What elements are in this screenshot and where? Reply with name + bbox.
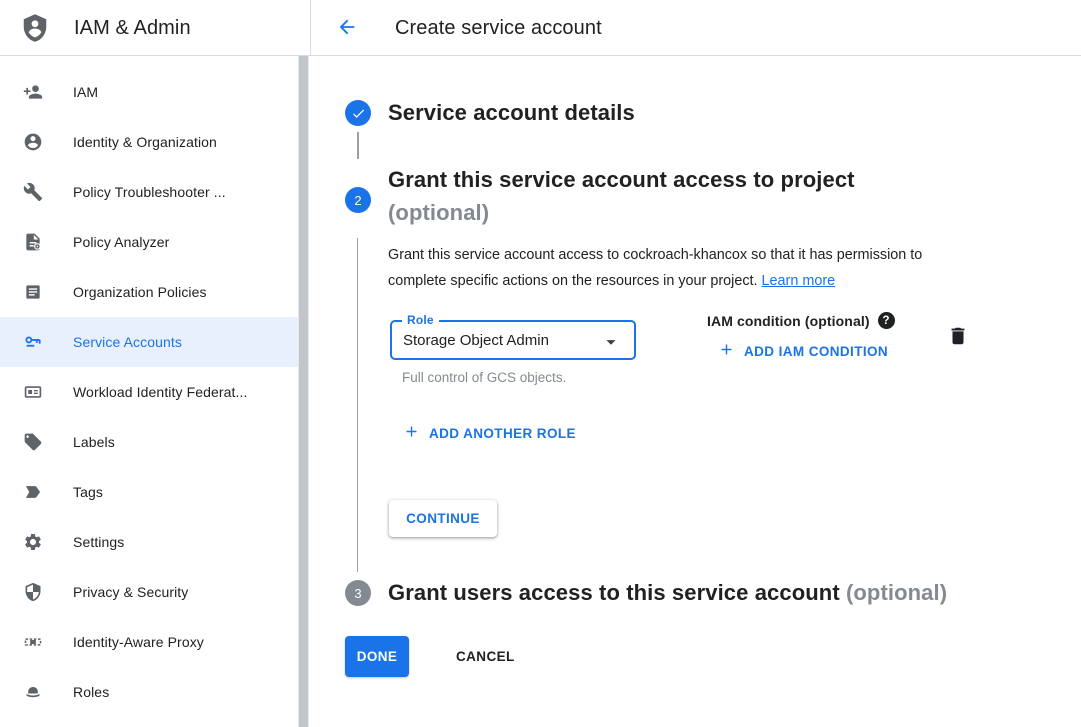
sidebar-item-labels[interactable]: Labels (0, 417, 298, 467)
sidebar-item-label: Organization Policies (73, 284, 207, 300)
sidebar-item-iam[interactable]: IAM (0, 67, 298, 117)
delete-role-button[interactable] (946, 325, 970, 349)
caret-down-icon (600, 331, 622, 358)
iam-admin-console: IAM & Admin IAM Identity & Organization … (0, 0, 1081, 727)
person-add-icon (23, 82, 43, 102)
gear-icon (23, 532, 43, 552)
trash-icon (947, 335, 969, 350)
help-icon[interactable]: ? (878, 312, 895, 329)
wrench-icon (23, 182, 43, 202)
cancel-button[interactable]: CANCEL (444, 636, 527, 677)
role-helper-text: Full control of GCS objects. (402, 370, 566, 385)
sidebar-item-label: Identity & Organization (73, 134, 217, 150)
sidebar-item-policy-analyzer[interactable]: Policy Analyzer (0, 217, 298, 267)
arrow-back-icon (336, 16, 358, 41)
account-circle-icon (23, 132, 43, 152)
sidebar-item-privacy-security[interactable]: Privacy & Security (0, 567, 298, 617)
badge-card-icon (23, 382, 43, 402)
step1-check-circle-icon (345, 100, 371, 126)
role-dropdown[interactable]: Role Storage Object Admin (390, 320, 636, 360)
sidebar-item-label: Workload Identity Federat... (73, 384, 248, 400)
iam-condition-label-row: IAM condition (optional) ? (707, 312, 895, 329)
sidebar-scrollbar[interactable] (298, 56, 309, 727)
sidebar-item-identity-aware-proxy[interactable]: Identity-Aware Proxy (0, 617, 298, 667)
topbar: Create service account (310, 0, 1081, 56)
sidebar-item-settings[interactable]: Settings (0, 517, 298, 567)
sidebar-item-label: IAM (73, 84, 98, 100)
plus-icon (403, 423, 420, 443)
step2-description-text: Grant this service account access to coc… (388, 247, 922, 289)
sidebar-item-roles[interactable]: Roles (0, 667, 298, 717)
sidebar-item-label: Policy Analyzer (73, 234, 169, 250)
role-field-label: Role (402, 313, 439, 327)
proxy-frame-icon (23, 632, 43, 652)
step-connector (357, 132, 359, 159)
sidebar-item-label: Tags (73, 484, 103, 500)
add-iam-condition-button[interactable]: ADD IAM CONDITION (718, 341, 888, 361)
sidebar-item-identity-organization[interactable]: Identity & Organization (0, 117, 298, 167)
sidebar: IAM & Admin IAM Identity & Organization … (0, 0, 298, 727)
service-account-key-icon (23, 332, 43, 352)
sidebar-item-label: Policy Troubleshooter ... (73, 184, 226, 200)
continue-button[interactable]: CONTINUE (389, 500, 497, 537)
iam-condition-label: IAM condition (optional) (707, 313, 870, 329)
add-another-role-label: ADD ANOTHER ROLE (429, 426, 576, 441)
app-title: IAM & Admin (74, 17, 191, 40)
add-another-role-button[interactable]: ADD ANOTHER ROLE (403, 423, 576, 443)
step2-number-circle: 2 (345, 187, 371, 213)
plus-icon (718, 341, 735, 361)
step2-description: Grant this service account access to coc… (388, 243, 980, 294)
step1-title: Service account details (388, 100, 635, 126)
step-connector (357, 238, 358, 572)
step3-number-circle: 3 (345, 580, 371, 606)
step2-title-text: Grant this service account access to pro… (388, 167, 855, 192)
back-button[interactable] (335, 16, 359, 40)
shield-half-icon (23, 582, 43, 602)
step3-title-text: Grant users access to this service accou… (388, 580, 840, 605)
sidebar-item-label: Identity-Aware Proxy (73, 634, 204, 650)
document-lines-icon (23, 282, 43, 302)
learn-more-link[interactable]: Learn more (762, 273, 836, 289)
label-tag-icon (23, 432, 43, 452)
sidebar-item-label: Labels (73, 434, 115, 450)
sidebar-item-tags[interactable]: Tags (0, 467, 298, 517)
hat-icon (23, 682, 43, 702)
sidebar-item-label: Settings (73, 534, 124, 550)
step2-optional-label: (optional) (388, 200, 855, 226)
step3-title: Grant users access to this service accou… (388, 580, 947, 606)
sidebar-item-organization-policies[interactable]: Organization Policies (0, 267, 298, 317)
sidebar-header: IAM & Admin (0, 0, 298, 56)
add-iam-condition-label: ADD IAM CONDITION (744, 344, 888, 359)
sidebar-item-service-accounts[interactable]: Service Accounts (0, 317, 298, 367)
step3-optional-label: (optional) (846, 580, 947, 605)
sidebar-scrollbar-thumb[interactable] (299, 56, 308, 727)
sidebar-nav: IAM Identity & Organization Policy Troub… (0, 56, 298, 717)
done-button[interactable]: DONE (345, 636, 409, 677)
header-vertical-divider (310, 0, 311, 55)
page-title: Create service account (395, 17, 602, 40)
sidebar-item-label: Privacy & Security (73, 584, 188, 600)
create-service-account-form: Service account details 2 Grant this ser… (310, 56, 1081, 727)
shield-person-icon (20, 13, 50, 43)
sidebar-item-label: Roles (73, 684, 109, 700)
step3-number: 3 (354, 586, 361, 601)
sidebar-item-label: Service Accounts (73, 334, 182, 350)
sidebar-item-policy-troubleshooter[interactable]: Policy Troubleshooter ... (0, 167, 298, 217)
step2-title: Grant this service account access to pro… (388, 167, 855, 226)
sidebar-item-workload-identity-federation[interactable]: Workload Identity Federat... (0, 367, 298, 417)
tag-arrow-icon (23, 482, 43, 502)
document-gear-icon (23, 232, 43, 252)
step2-number: 2 (354, 193, 361, 208)
role-field-value: Storage Object Admin (403, 332, 549, 349)
